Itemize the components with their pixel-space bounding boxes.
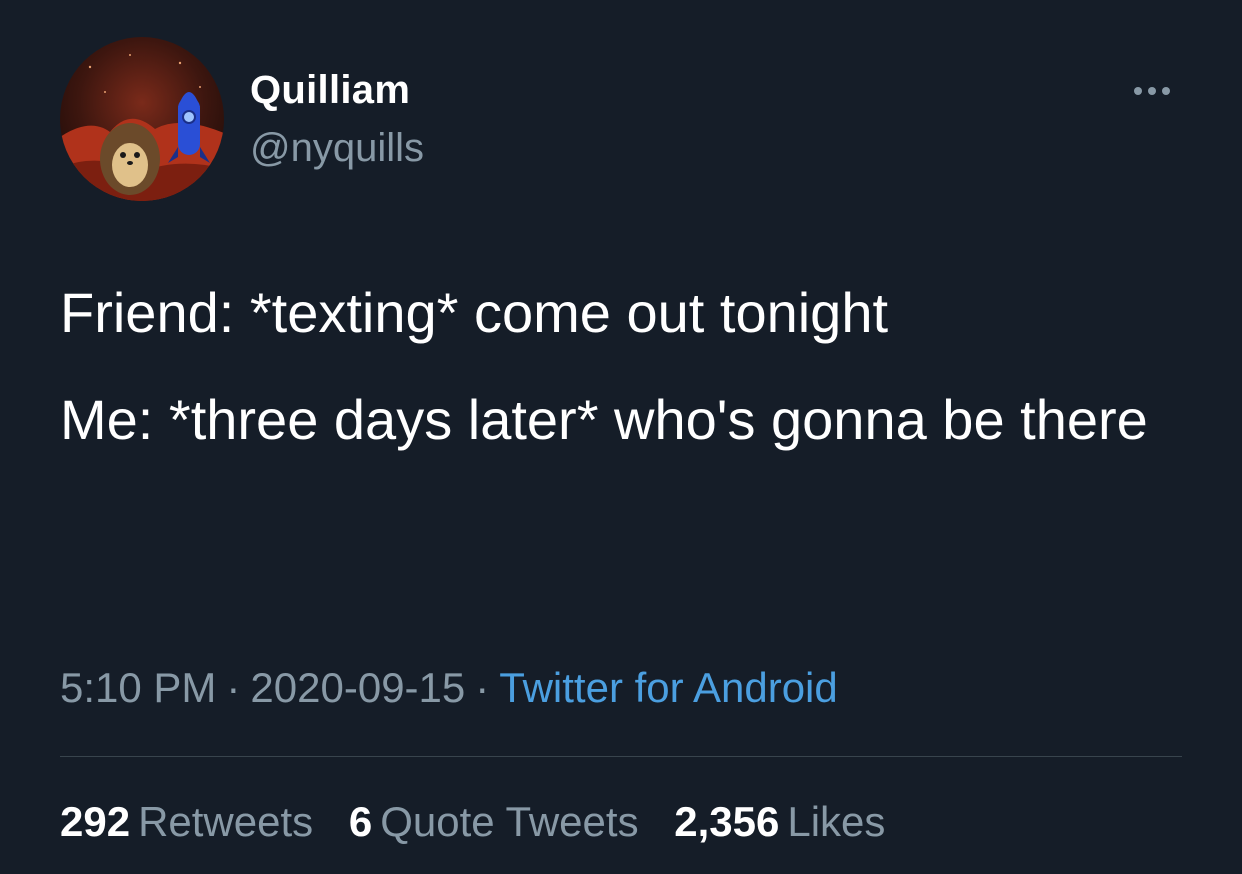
quote-tweets-stat[interactable]: 6 Quote Tweets (349, 796, 639, 848)
tweet-line-1: Friend: *texting* come out tonight (60, 281, 889, 344)
quote-tweets-count: 6 (348, 798, 373, 845)
retweets-label: Retweets (138, 798, 314, 845)
retweets-stat[interactable]: 292 Retweets (60, 796, 313, 848)
more-horizontal-icon (1134, 87, 1170, 95)
more-options-button[interactable] (1122, 76, 1182, 106)
avatar-image (60, 37, 224, 201)
tweet-card: Quilliam @nyquills Friend: *texting* com… (0, 0, 1242, 874)
meta-separator: · (475, 664, 490, 711)
retweets-count: 292 (60, 798, 131, 845)
tweet-date[interactable]: 2020-09-15 (250, 664, 465, 711)
display-name[interactable]: Quilliam (250, 64, 424, 116)
user-handle[interactable]: @nyquills (250, 122, 424, 174)
engagement-stats: 292 Retweets 6 Quote Tweets 2,356 Likes (60, 796, 909, 848)
meta-separator: · (226, 664, 241, 711)
tweet-meta: 5:10 PM · 2020-09-15 · Twitter for Android (60, 662, 838, 714)
avatar[interactable] (60, 37, 224, 201)
divider (60, 756, 1182, 757)
author-info: Quilliam @nyquills (250, 64, 424, 174)
likes-count: 2,356 (674, 798, 780, 845)
likes-stat[interactable]: 2,356 Likes (674, 796, 885, 848)
tweet-time[interactable]: 5:10 PM (60, 664, 216, 711)
tweet-source-link[interactable]: Twitter for Android (499, 664, 837, 711)
likes-label: Likes (787, 798, 886, 845)
tweet-body: Friend: *texting* come out tonight Me: *… (60, 280, 1200, 508)
quote-tweets-label: Quote Tweets (380, 798, 639, 845)
tweet-line-2: Me: *three days later* who's gonna be th… (60, 388, 1148, 451)
